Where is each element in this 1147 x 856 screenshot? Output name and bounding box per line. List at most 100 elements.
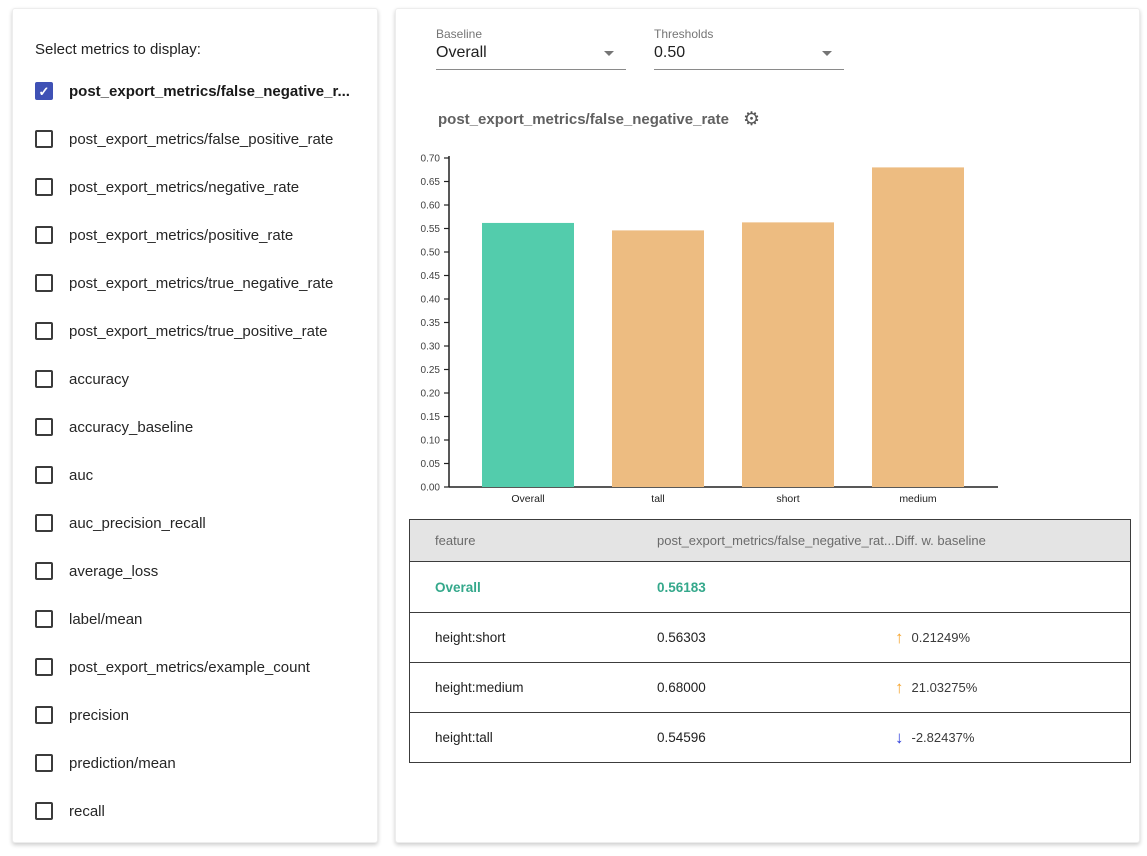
bar-short[interactable]: [742, 222, 834, 487]
checkbox[interactable]: ✓: [35, 178, 53, 196]
metrics-panel: Baseline Overall Thresholds 0.50 post_ex…: [395, 8, 1140, 843]
feature-cell: height:tall: [410, 730, 657, 745]
y-tick-label: 0.45: [421, 271, 441, 282]
checkbox[interactable]: ✓: [35, 466, 53, 484]
dropdown-arrow-icon: [604, 51, 614, 56]
metric-label: post_export_metrics/true_negative_rate: [69, 275, 333, 292]
value-cell: 0.56183: [657, 580, 895, 595]
y-tick-label: 0.40: [421, 295, 441, 306]
bar-medium[interactable]: [872, 167, 964, 487]
thresholds-value: 0.50: [654, 44, 685, 62]
metric-label: post_export_metrics/positive_rate: [69, 227, 293, 244]
x-category-label: short: [776, 493, 799, 505]
metric-checkbox-item[interactable]: ✓ prediction/mean: [35, 739, 369, 787]
x-category-label: tall: [651, 493, 664, 505]
metric-checkbox-item[interactable]: ✓ post_export_metrics/true_positive_rate: [35, 307, 369, 355]
checkbox[interactable]: ✓: [35, 322, 53, 340]
metric-label: recall: [69, 803, 105, 820]
metric-checkbox-item[interactable]: ✓ post_export_metrics/false_negative_r..…: [35, 67, 369, 115]
y-tick-label: 0.60: [421, 201, 441, 212]
metric-label: prediction/mean: [69, 755, 176, 772]
bar-Overall[interactable]: [482, 223, 574, 487]
feature-cell: height:medium: [410, 680, 657, 695]
metric-label: post_export_metrics/example_count: [69, 659, 310, 676]
y-tick-label: 0.25: [421, 365, 441, 376]
col-header-metric: post_export_metrics/false_negative_rat..…: [657, 533, 895, 548]
checkbox[interactable]: ✓: [35, 130, 53, 148]
up-arrow-icon: ↑: [895, 679, 904, 696]
diff-cell: ↑ 21.03275%: [895, 679, 1130, 696]
metric-label: label/mean: [69, 611, 142, 628]
diff-cell: ↓ -2.82437%: [895, 729, 1130, 746]
metric-checkbox-item[interactable]: ✓ accuracy: [35, 355, 369, 403]
metric-label: precision: [69, 707, 129, 724]
down-arrow-icon: ↓: [895, 729, 904, 746]
checkbox[interactable]: ✓: [35, 754, 53, 772]
metric-checkbox-item[interactable]: ✓ accuracy_baseline: [35, 403, 369, 451]
metric-checkbox-item[interactable]: ✓ post_export_metrics/negative_rate: [35, 163, 369, 211]
metric-label: accuracy: [69, 371, 129, 388]
y-tick-label: 0.55: [421, 224, 441, 235]
metric-checkbox-item[interactable]: ✓ post_export_metrics/true_negative_rate: [35, 259, 369, 307]
table-row: Overall 0.56183: [410, 562, 1130, 612]
checkbox[interactable]: ✓: [35, 82, 53, 100]
metric-checkbox-item[interactable]: ✓ post_export_metrics/example_count: [35, 643, 369, 691]
col-header-diff: Diff. w. baseline: [895, 533, 1130, 548]
metric-label: auc: [69, 467, 93, 484]
metric-label: post_export_metrics/false_negative_r...: [69, 83, 350, 100]
baseline-value: Overall: [436, 44, 487, 62]
feature-cell: Overall: [410, 580, 657, 595]
metric-checkbox-item[interactable]: ✓ auc_precision_recall: [35, 499, 369, 547]
metric-checkbox-item[interactable]: ✓ post_export_metrics/false_positive_rat…: [35, 115, 369, 163]
checkbox[interactable]: ✓: [35, 706, 53, 724]
diff-cell: ↑ 0.21249%: [895, 629, 1130, 646]
dropdown-arrow-icon: [822, 51, 832, 56]
checkbox[interactable]: ✓: [35, 418, 53, 436]
y-tick-label: 0.50: [421, 248, 441, 259]
checkbox[interactable]: ✓: [35, 562, 53, 580]
checkbox[interactable]: ✓: [35, 274, 53, 292]
metric-checkbox-item[interactable]: ✓ average_loss: [35, 547, 369, 595]
metric-selector-panel: Select metrics to display: ✓ post_export…: [12, 8, 378, 843]
y-tick-label: 0.35: [421, 318, 441, 329]
bar-tall[interactable]: [612, 230, 704, 487]
value-cell: 0.54596: [657, 730, 895, 745]
settings-gear-icon[interactable]: ⚙: [743, 110, 760, 129]
up-arrow-icon: ↑: [895, 629, 904, 646]
checkbox[interactable]: ✓: [35, 514, 53, 532]
x-category-label: Overall: [511, 493, 544, 505]
table-header-row: feature post_export_metrics/false_negati…: [410, 520, 1130, 562]
y-tick-label: 0.70: [421, 154, 441, 165]
metric-label: post_export_metrics/negative_rate: [69, 179, 299, 196]
y-tick-label: 0.10: [421, 436, 441, 447]
checkbox[interactable]: ✓: [35, 658, 53, 676]
baseline-dropdown[interactable]: Baseline Overall: [436, 27, 626, 70]
controls-row: Baseline Overall Thresholds 0.50: [436, 27, 844, 70]
check-icon: ✓: [39, 85, 50, 98]
checkbox[interactable]: ✓: [35, 370, 53, 388]
x-category-label: medium: [899, 493, 937, 505]
metric-checkbox-item[interactable]: ✓ precision: [35, 691, 369, 739]
checkbox[interactable]: ✓: [35, 802, 53, 820]
bar-chart: 0.000.050.100.150.200.250.300.350.400.45…: [413, 150, 1013, 515]
metric-checkbox-item[interactable]: ✓ auc: [35, 451, 369, 499]
feature-cell: height:short: [410, 630, 657, 645]
value-cell: 0.56303: [657, 630, 895, 645]
col-header-feature: feature: [410, 533, 657, 548]
metric-checkbox-item[interactable]: ✓ label/mean: [35, 595, 369, 643]
metrics-table: feature post_export_metrics/false_negati…: [409, 519, 1131, 763]
checkbox[interactable]: ✓: [35, 610, 53, 628]
thresholds-dropdown[interactable]: Thresholds 0.50: [654, 27, 844, 70]
metric-selector-title: Select metrics to display:: [35, 41, 201, 58]
y-tick-label: 0.20: [421, 389, 441, 400]
metric-checkbox-item[interactable]: ✓ recall: [35, 787, 369, 835]
chart-header: post_export_metrics/false_negative_rate …: [438, 110, 760, 129]
value-cell: 0.68000: [657, 680, 895, 695]
metric-checkbox-item[interactable]: ✓ post_export_metrics/positive_rate: [35, 211, 369, 259]
metric-label: accuracy_baseline: [69, 419, 193, 436]
metric-list: ✓ post_export_metrics/false_negative_r..…: [35, 67, 369, 835]
metric-label: average_loss: [69, 563, 158, 580]
chart-title: post_export_metrics/false_negative_rate: [438, 111, 729, 128]
y-tick-label: 0.00: [421, 483, 441, 494]
checkbox[interactable]: ✓: [35, 226, 53, 244]
